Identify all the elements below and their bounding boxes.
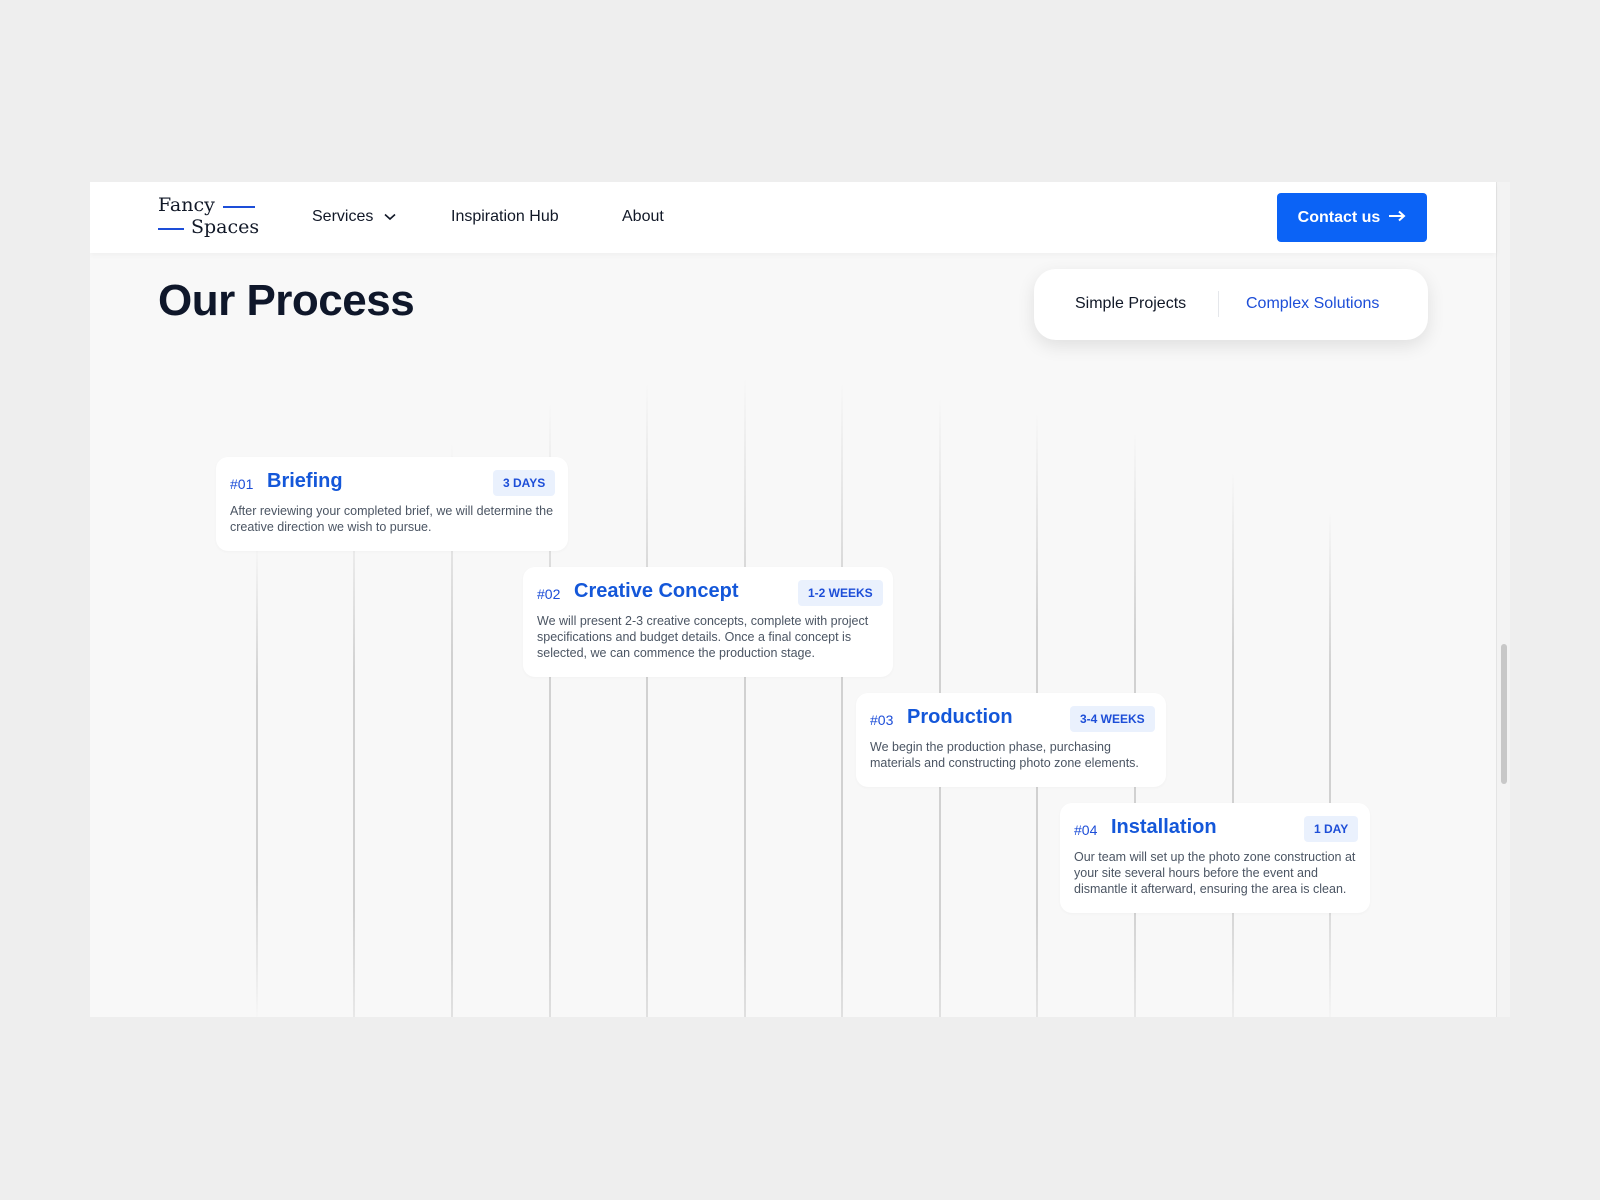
grid-line (353, 492, 355, 1017)
contact-us-button[interactable]: Contact us (1277, 193, 1427, 242)
logo-line2: Spaces (191, 216, 260, 238)
step-description: After reviewing your completed brief, we… (230, 504, 554, 534)
toggle-divider (1218, 291, 1219, 317)
step-card-installation: #04 Installation 1 DAY Our team will set… (1060, 803, 1370, 913)
step-title: Production (907, 706, 1013, 728)
toggle-complex-solutions[interactable]: Complex Solutions (1246, 293, 1379, 315)
step-description: We will present 2-3 creative concepts, c… (537, 614, 869, 660)
chevron-down-icon (384, 206, 396, 228)
logo[interactable]: Fancy Spaces (158, 193, 260, 241)
step-title: Creative Concept (574, 580, 739, 602)
step-number: #03 (870, 712, 894, 728)
step-description: Our team will set up the photo zone cons… (1074, 850, 1356, 896)
nav-services-label: Services (312, 208, 374, 226)
scrollbar[interactable] (1496, 182, 1510, 1017)
step-title: Briefing (267, 470, 343, 492)
step-number: #02 (537, 586, 561, 602)
duration-badge: 3 DAYS (493, 470, 556, 496)
step-number: #01 (230, 476, 254, 492)
grid-line (646, 382, 648, 1017)
step-card-creative-concept: #02 Creative Concept 1-2 WEEKS We will p… (523, 567, 893, 677)
duration-badge: 1 DAY (1304, 816, 1359, 842)
step-title: Installation (1111, 816, 1217, 838)
grid-line (1329, 512, 1331, 1017)
step-card-briefing: #01 Briefing 3 DAYS After reviewing your… (216, 457, 568, 551)
duration-badge: 1-2 WEEKS (798, 580, 883, 606)
grid-line (256, 542, 258, 1017)
browser-viewport: Fancy Spaces Services Inspiration Hub Ab… (90, 182, 1510, 1017)
contact-us-label: Contact us (1297, 208, 1381, 226)
step-number: #04 (1074, 822, 1098, 838)
toggle-simple-projects[interactable]: Simple Projects (1075, 293, 1186, 315)
nav-services[interactable]: Services (312, 206, 396, 228)
page-title: Our Process (158, 276, 415, 325)
grid-line (841, 382, 843, 1017)
step-description: We begin the production phase, purchasin… (870, 740, 1139, 770)
grid-line (744, 377, 746, 1017)
arrow-right-icon (1388, 209, 1406, 227)
logo-dash (223, 206, 255, 208)
grid-line (1232, 472, 1234, 1017)
duration-badge: 3-4 WEEKS (1070, 706, 1155, 732)
nav-inspiration-hub[interactable]: Inspiration Hub (451, 206, 559, 228)
project-type-toggle: Simple Projects Complex Solutions (1034, 269, 1428, 340)
nav-about[interactable]: About (622, 206, 664, 228)
logo-dash (158, 228, 184, 230)
top-navbar: Fancy Spaces Services Inspiration Hub Ab… (90, 182, 1496, 253)
logo-line1: Fancy (158, 194, 215, 216)
scrollbar-thumb[interactable] (1501, 644, 1507, 784)
step-card-production: #03 Production 3-4 WEEKS We begin the pr… (856, 693, 1166, 787)
